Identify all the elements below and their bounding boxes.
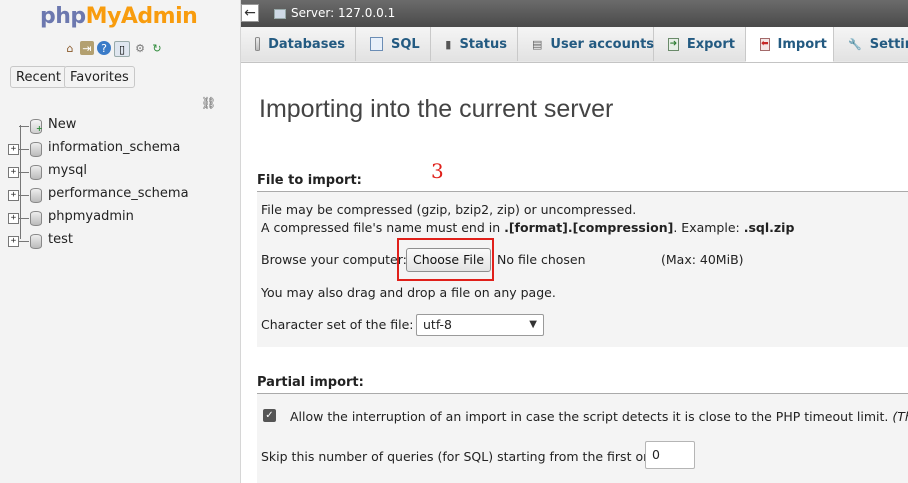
tree-item-new[interactable]: + New [8,115,238,138]
tree-item-performance-schema[interactable]: + performance_schema [8,184,238,207]
tree-item-label[interactable]: performance_schema [48,186,189,201]
filename-example-text: .sql.zip [743,220,795,235]
tab-user-accounts[interactable]: ▤ User accounts [518,27,654,61]
tree-item-label[interactable]: phpmyadmin [48,209,134,224]
database-icon [30,211,42,226]
tab-label: Databases [268,36,345,52]
allow-interrupt-label[interactable]: Allow the interruption of an import in c… [290,409,908,424]
settings-icon[interactable]: ⚙ [133,41,147,55]
tab-label: Status [459,36,507,52]
tab-label: User accounts [550,36,655,52]
server-breadcrumb-bar: ← Server: 127.0.0.1 [241,0,908,27]
tab-label: Settin [869,36,908,52]
help-icon[interactable]: ? [97,41,111,55]
charset-label: Character set of the file: [261,317,414,332]
export-icon: ➜ [668,37,679,51]
tab-status[interactable]: ▮ Status [431,27,518,61]
tree-item-mysql[interactable]: + mysql [8,161,238,184]
tab-import[interactable]: ⬅ Import [746,27,834,62]
filename-info-mid: . Example: [673,220,744,235]
allow-interrupt-text: Allow the interruption of an import in c… [290,409,889,424]
browse-label: Browse your computer: [261,252,407,267]
settings-wrench-icon: 🔧 [848,37,862,51]
tree-branch-line [19,241,29,242]
tab-label: Import [777,36,827,52]
favorites-button[interactable]: Favorites [64,66,135,88]
tab-settings[interactable]: 🔧 Settin [834,27,908,61]
server-icon [274,9,286,19]
annotation-highlight-box [397,238,494,281]
filename-format-text: .[format].[compression] [504,220,674,235]
expand-icon[interactable]: + [8,236,19,247]
tree-branch-line [19,126,29,127]
tree-item-label[interactable]: information_schema [48,140,180,155]
expand-icon[interactable]: + [8,144,19,155]
file-to-import-heading: File to import: [257,173,362,188]
skip-queries-input[interactable]: 0 [645,441,695,469]
expand-icon[interactable]: + [8,190,19,201]
database-icon [30,142,42,157]
plus-badge-icon: + [36,124,43,133]
navigation-panel: phpMyAdmin ⌂ ⇥ ? ▯ ⚙ ↻ Recent Favorites … [0,0,241,483]
tree-item-label[interactable]: test [48,232,73,247]
charset-select[interactable]: utf-8 ▼ [416,314,544,336]
main-tabs: Databases SQL ▮ Status ▤ User accounts ➜… [241,27,908,63]
chevron-down-icon: ▼ [529,319,537,330]
drag-drop-hint: You may also drag and drop a file on any… [261,285,556,300]
charset-value: utf-8 [423,317,453,332]
collapse-arrow-icon[interactable]: ← [241,4,259,22]
status-chart-icon: ▮ [445,37,452,51]
no-file-chosen-text: No file chosen [497,252,586,267]
tree-branch-line [19,149,29,150]
nav-icon-bar: ⌂ ⇥ ? ▯ ⚙ ↻ [63,41,164,57]
home-icon[interactable]: ⌂ [63,41,77,55]
import-icon: ⬅ [760,37,770,51]
tree-item-label[interactable]: mysql [48,163,87,178]
tab-label: Export [686,36,735,52]
tab-databases[interactable]: Databases [241,27,356,61]
tab-label: SQL [391,36,420,52]
server-breadcrumb[interactable]: Server: 127.0.0.1 [291,6,395,20]
tab-export[interactable]: ➜ Export [654,27,746,61]
database-icon [30,234,42,249]
expand-icon[interactable]: + [8,213,19,224]
logo-php-text: php [40,4,86,29]
recent-button[interactable]: Recent [10,66,67,88]
max-size-text: (Max: 40MiB) [661,252,744,267]
sql-icon [370,37,383,51]
logout-icon[interactable]: ⇥ [80,41,94,55]
allow-interrupt-note: (This might [892,409,908,424]
allow-interrupt-checkbox[interactable]: ✓ [263,409,276,422]
docs-icon[interactable]: ▯ [114,41,130,57]
main-content: Importing into the current server 3 File… [241,63,908,483]
tree-item-information-schema[interactable]: + information_schema [8,138,238,161]
database-tree: + New + information_schema + mysql + per… [8,115,238,253]
database-icon [30,188,42,203]
tree-item-label[interactable]: New [48,117,76,132]
tree-item-test[interactable]: + test [8,230,238,253]
link-icon[interactable]: ⛓ [201,96,216,110]
reload-icon[interactable]: ↻ [150,41,164,55]
tree-branch-line [19,195,29,196]
partial-import-heading: Partial import: [257,375,364,390]
page-title: Importing into the current server [259,95,614,123]
database-icon [255,37,261,51]
user-accounts-icon: ▤ [532,37,543,51]
tree-item-phpmyadmin[interactable]: + phpmyadmin [8,207,238,230]
filename-info-prefix: A compressed file's name must end in [261,220,505,235]
logo-myadmin-text: MyAdmin [85,4,198,29]
step-annotation: 3 [431,159,444,183]
compression-info-text: File may be compressed (gzip, bzip2, zip… [261,202,637,217]
filename-info-text: A compressed file's name must end in .[f… [261,220,794,235]
partial-import-panel [257,394,908,483]
tree-branch-line [19,218,29,219]
expand-icon[interactable]: + [8,167,19,178]
tree-branch-line [19,172,29,173]
skip-queries-label: Skip this number of queries (for SQL) st… [261,449,663,464]
database-icon [30,165,42,180]
phpmyadmin-logo[interactable]: phpMyAdmin [40,4,198,29]
tab-sql[interactable]: SQL [356,27,431,61]
